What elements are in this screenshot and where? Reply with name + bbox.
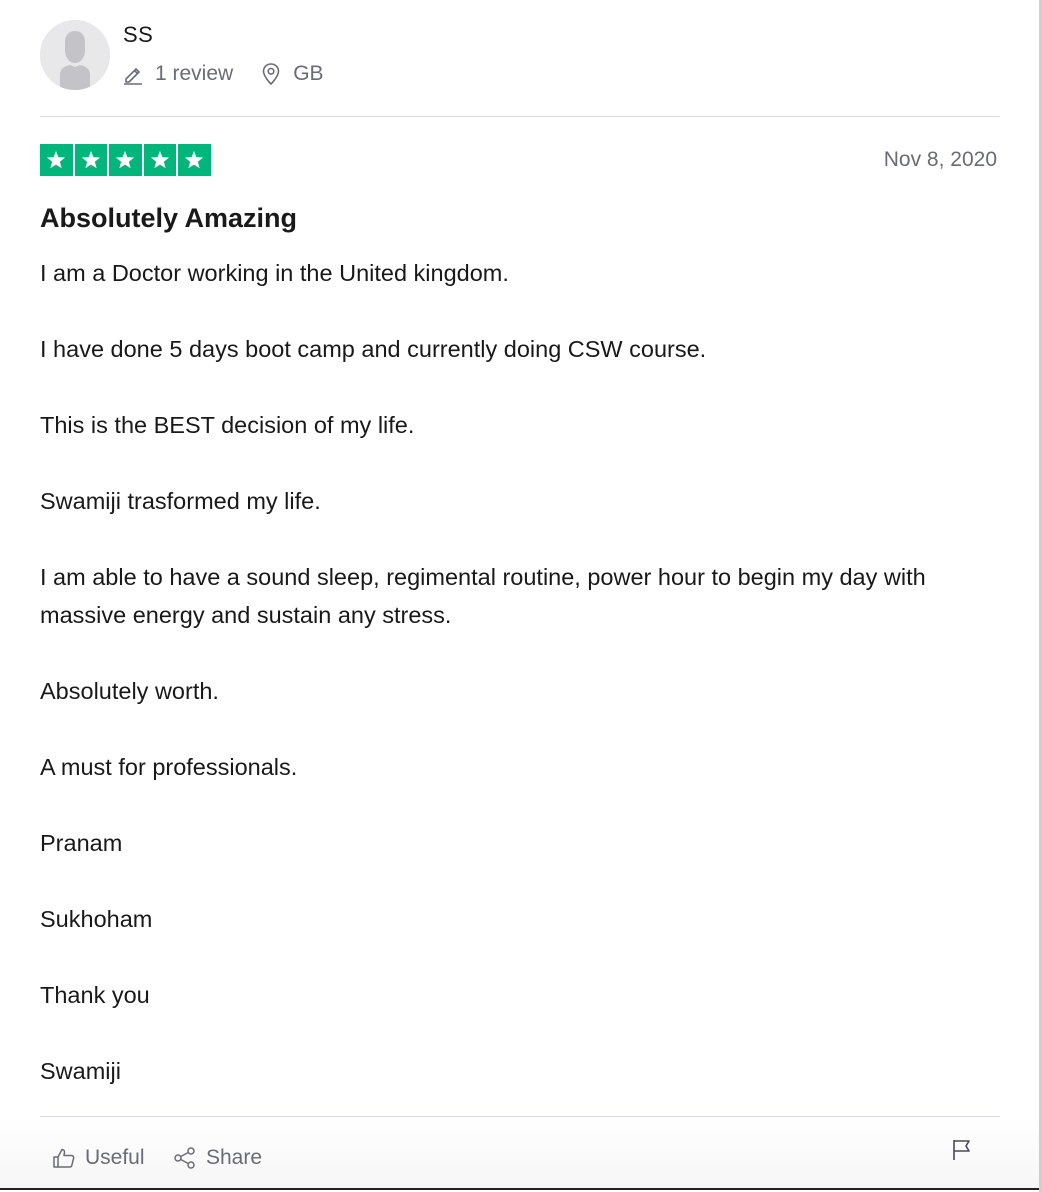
review-footer [0, 1117, 1039, 1188]
review-paragraph: This is the BEST decision of my life. [40, 412, 415, 438]
star-icon [116, 150, 135, 169]
review-count: 1 review [123, 62, 233, 86]
star-icon [150, 150, 169, 169]
star-rating [40, 144, 211, 176]
location-label: GB [293, 62, 324, 85]
star-icon [81, 150, 100, 169]
review-count-label: 1 review [155, 62, 234, 85]
review-paragraph: I am able to have a sound sleep, regimen… [40, 564, 926, 628]
review-paragraph: Absolutely worth. [40, 678, 219, 704]
star-icon [47, 150, 66, 169]
reviewer-name[interactable]: SS [123, 22, 153, 48]
review-date: Nov 8, 2020 [883, 148, 997, 171]
review-body: I am a Doctor working in the United king… [40, 254, 1000, 1128]
star-icon [185, 150, 204, 169]
review-title[interactable]: Absolutely Amazing [40, 203, 297, 234]
useful-label: Useful [85, 1146, 145, 1169]
reviewer-avatar[interactable] [40, 20, 110, 90]
star-3 [109, 144, 142, 176]
review-paragraph: A must for professionals. [40, 754, 298, 780]
reviewer-meta: 1 review GB [123, 60, 324, 88]
review-paragraph: Swamiji [40, 1058, 121, 1084]
pencil-icon [123, 63, 143, 85]
share-label: Share [206, 1146, 263, 1169]
report-flag-button[interactable] [950, 1138, 974, 1167]
review-paragraph: I have done 5 days boot camp and current… [40, 336, 707, 362]
location-pin-icon [261, 62, 281, 86]
flag-icon [950, 1138, 974, 1167]
star-2 [74, 144, 107, 176]
review-paragraph: Swamiji trasformed my life. [40, 488, 321, 514]
review-paragraph: Thank you [40, 982, 150, 1008]
header-divider [40, 116, 1000, 117]
useful-button[interactable]: Useful [52, 1146, 145, 1170]
review-paragraph: Pranam [40, 830, 123, 856]
star-1 [40, 144, 73, 176]
thumbs-up-icon [52, 1146, 76, 1170]
star-5 [178, 144, 211, 176]
reviewer-location: GB [261, 62, 324, 86]
review-card: SS 1 review GB Nov 8, 2020 Absolutely Am… [0, 0, 1039, 1190]
share-icon [173, 1146, 197, 1170]
star-4 [143, 144, 176, 176]
default-user-avatar-icon [40, 20, 110, 90]
review-paragraph: Sukhoham [40, 906, 153, 932]
review-paragraph: I am a Doctor working in the United king… [40, 260, 509, 286]
share-button[interactable]: Share [173, 1146, 262, 1170]
